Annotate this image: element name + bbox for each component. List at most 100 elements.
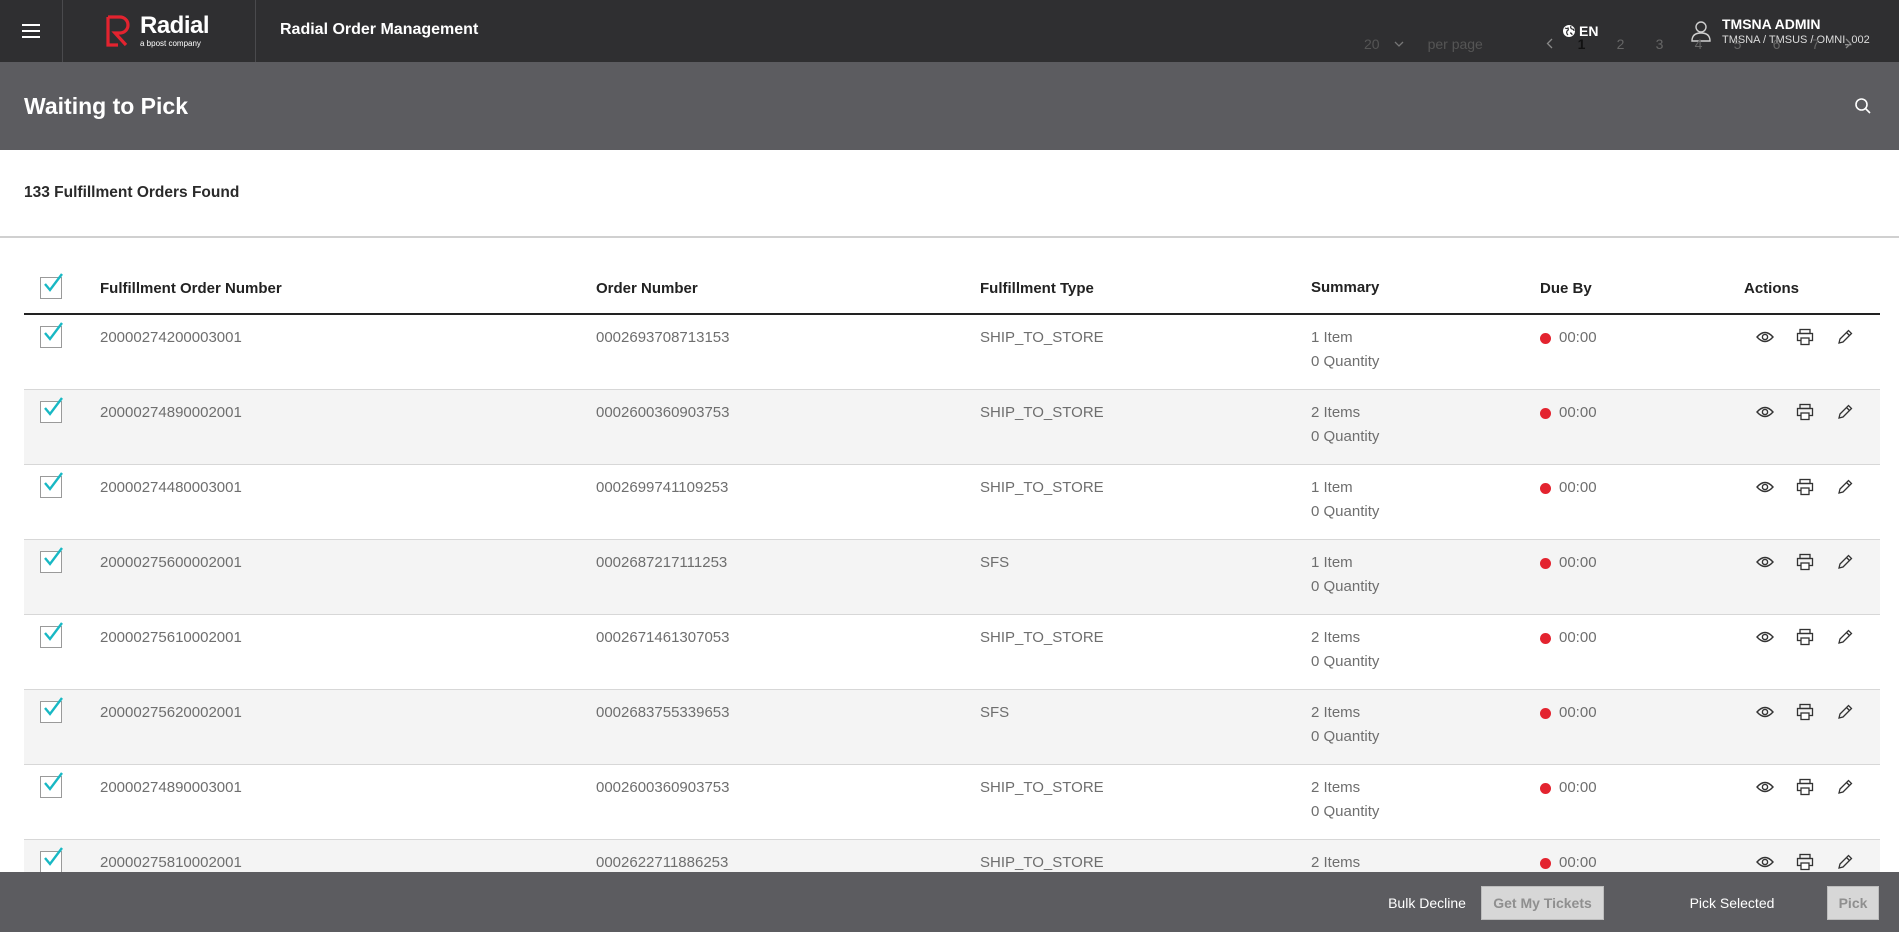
column-header-order-number[interactable]: Order Number [596,280,980,297]
search-button[interactable] [1851,94,1875,118]
fulfillment-order-number[interactable]: 20000274480003001 [100,476,596,500]
page-1-button[interactable]: 1 [1562,36,1601,52]
summary-quantity: 0 Quantity [1311,653,1380,670]
pick-selected-button[interactable]: Pick Selected [1676,886,1788,920]
view-button[interactable] [1754,851,1776,873]
edit-button[interactable] [1834,551,1856,573]
due-time: 00:00 [1559,554,1597,571]
summary: 1 Item 0 Quantity [1311,326,1540,374]
column-header-fulfillment-order-number[interactable]: Fulfillment Order Number [100,280,596,297]
printer-icon [1796,778,1814,796]
fulfillment-order-number[interactable]: 20000275620002001 [100,701,596,725]
summary: 1 Item 0 Quantity [1311,476,1540,524]
edit-button[interactable] [1834,401,1856,423]
page-2-button[interactable]: 2 [1601,36,1640,52]
get-my-tickets-button[interactable]: Get My Tickets [1481,886,1604,920]
print-button[interactable] [1794,476,1816,498]
radial-logo[interactable]: Radial a bpost company [104,12,214,50]
due-time: 00:00 [1559,404,1597,421]
table-row[interactable]: 20000274890003001 0002600360903753 SHIP_TO… [24,765,1880,840]
page-5-button[interactable]: 5 [1718,36,1757,52]
print-button[interactable] [1794,776,1816,798]
table-row[interactable]: 20000275620002001 0002683755339653 SFS 2 It… [24,690,1880,765]
column-header-fulfillment-type[interactable]: Fulfillment Type [980,280,1311,297]
edit-button[interactable] [1834,326,1856,348]
due-time: 00:00 [1559,329,1597,346]
column-header-due-by[interactable]: Due By [1540,280,1744,297]
fulfillment-order-number[interactable]: 20000275600002001 [100,551,596,575]
page-6-button[interactable]: 6 [1757,36,1796,52]
row-actions [1744,476,1880,498]
print-button[interactable] [1794,851,1816,873]
pick-button[interactable]: Pick [1827,886,1879,920]
view-button[interactable] [1754,476,1776,498]
print-button[interactable] [1794,401,1816,423]
view-button[interactable] [1754,776,1776,798]
previous-page-button[interactable] [1536,36,1562,52]
page-7-button[interactable]: 7 [1796,36,1835,52]
row-checkbox[interactable] [40,697,63,723]
bulk-decline-button[interactable]: Bulk Decline [1372,886,1482,920]
view-button[interactable] [1754,626,1776,648]
view-button[interactable] [1754,326,1776,348]
row-checkbox[interactable] [40,847,63,873]
print-button[interactable] [1794,701,1816,723]
view-button[interactable] [1754,701,1776,723]
results-bar: 133 Fulfillment Orders Found [0,150,1899,238]
due-by: 00:00 [1540,701,1744,725]
hamburger-menu-button[interactable] [0,0,62,62]
summary: 2 Items 0 Quantity [1311,401,1540,449]
row-checkbox[interactable] [40,772,63,798]
row-checkbox[interactable] [40,472,63,498]
per-page-select[interactable]: 20 [1364,36,1404,52]
edit-button[interactable] [1834,626,1856,648]
per-page-label: per page [1427,36,1483,52]
row-checkbox[interactable] [40,622,63,648]
fulfillment-order-number[interactable]: 20000274890003001 [100,776,596,800]
checkmark-icon [44,322,63,341]
fulfillment-order-number[interactable]: 20000274200003001 [100,326,596,350]
hamburger-icon [22,30,40,32]
view-button[interactable] [1754,551,1776,573]
table-row[interactable]: 20000274890002001 0002600360903753 SHIP_TO… [24,390,1880,465]
fulfillment-type: SHIP_TO_STORE [980,329,1104,346]
order-number: 0002671461307053 [596,629,730,646]
page-4-button[interactable]: 4 [1679,36,1718,52]
select-all-checkbox[interactable] [40,273,63,299]
printer-icon [1796,553,1814,571]
due-by: 00:00 [1540,776,1744,800]
edit-button[interactable] [1834,851,1856,873]
checkmark-icon [44,472,63,491]
edit-button[interactable] [1834,701,1856,723]
printer-icon [1796,403,1814,421]
edit-button[interactable] [1834,476,1856,498]
table-row[interactable]: 20000274200003001 0002693708713153 SHIP_TO… [24,315,1880,390]
table-row[interactable]: 20000275600002001 0002687217111253 SFS 1 It… [24,540,1880,615]
row-checkbox[interactable] [40,397,63,423]
fulfillment-order-number[interactable]: 20000275610002001 [100,626,596,650]
overdue-status-dot [1540,857,1551,869]
print-button[interactable] [1794,551,1816,573]
table-row[interactable]: 20000275610002001 0002671461307053 SHIP_TO… [24,615,1880,690]
pencil-icon [1838,629,1853,644]
checkmark-icon [44,772,63,791]
print-button[interactable] [1794,626,1816,648]
print-button[interactable] [1794,326,1816,348]
summary-items: 2 Items [1311,629,1361,646]
logo-tagline: a bpost company [140,39,201,48]
pencil-icon [1838,704,1853,719]
fulfillment-order-number[interactable]: 20000274890002001 [100,401,596,425]
row-checkbox[interactable] [40,547,63,573]
view-button[interactable] [1754,401,1776,423]
due-time: 00:00 [1559,779,1597,796]
nav-divider [255,0,256,62]
table-row[interactable]: 20000274480003001 0002699741109253 SHIP_TO… [24,465,1880,540]
edit-button[interactable] [1834,776,1856,798]
due-by: 00:00 [1540,326,1744,350]
row-checkbox[interactable] [40,322,63,348]
pencil-icon [1838,329,1853,344]
next-page-button[interactable] [1835,36,1861,52]
page-3-button[interactable]: 3 [1640,36,1679,52]
row-actions [1744,401,1880,423]
column-header-summary[interactable]: Summary [1311,276,1540,300]
